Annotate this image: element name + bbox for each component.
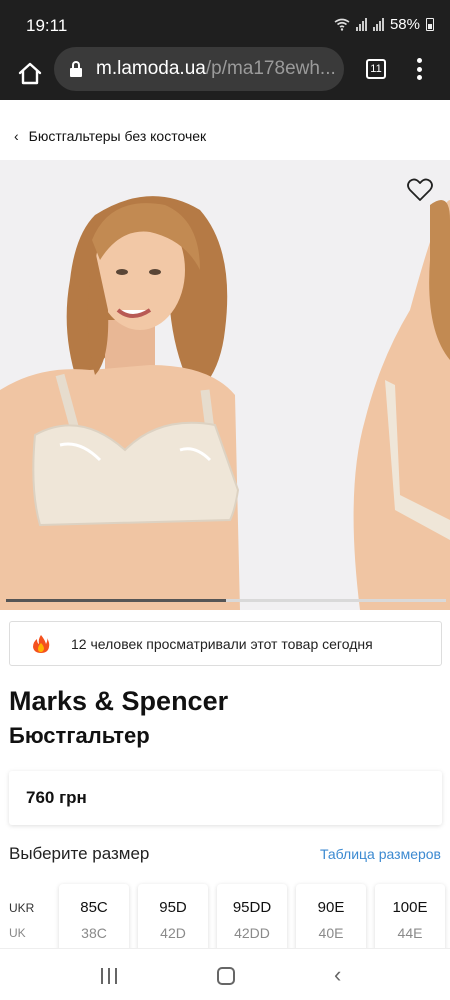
heart-icon[interactable] [406,176,434,204]
size-chart-link[interactable]: Таблица размеров [320,846,441,862]
size-uk: 40E [318,925,344,941]
size-ukr: 90E [317,899,345,916]
lock-icon [70,61,82,77]
breadcrumb[interactable]: ‹ Бюстгальтеры без косточек [14,128,206,144]
viewers-banner: 12 человек просматривали этот товар сего… [9,621,442,666]
signal-icon [355,18,367,31]
home-button-icon[interactable] [217,967,235,985]
back-icon[interactable]: ‹ [334,962,341,988]
viewers-text: 12 человек просматривали этот товар сего… [71,636,373,652]
browser-menu-button[interactable] [412,56,426,82]
recent-apps-icon[interactable] [101,968,117,984]
size-section-title: Выберите размер [9,844,150,863]
browser-toolbar: m.lamoda.ua/p/ma178ewh... 11 [0,47,450,100]
product-name: Бюстгальтер [9,723,150,748]
wifi-icon [334,18,350,31]
status-time: 19:11 [26,16,68,35]
size-option[interactable]: 100E 44E [375,884,445,954]
size-row-label-ukr: UKR [9,901,35,915]
size-uk: 44E [397,925,423,941]
size-uk: 42D [160,925,186,941]
battery-icon [426,18,434,31]
home-icon[interactable] [14,58,46,90]
size-ukr: 95DD [232,899,272,916]
battery-percent: 58% [389,16,420,33]
system-nav-bar: ‹ [0,948,450,1000]
size-uk: 38C [81,925,107,941]
price-box: 760 грн [9,771,442,825]
size-option[interactable]: 95D 42D [138,884,208,954]
size-ukr: 85C [80,899,108,916]
signal-2-icon [372,18,384,31]
gallery-progress-bar [6,599,446,602]
size-uk: 42DD [234,925,270,941]
size-ukr: 100E [392,899,428,916]
url-path: /p/ma178ewh... [205,58,336,79]
status-bar: 19:11 58% [0,0,450,50]
size-row-label-uk: UK [9,926,26,940]
size-option[interactable]: 95DD 42DD [217,884,287,954]
size-option[interactable]: 90E 40E [296,884,366,954]
product-photo [0,160,450,610]
address-bar[interactable]: m.lamoda.ua/p/ma178ewh... [54,47,344,91]
size-option[interactable]: 85C 38C [59,884,129,954]
chevron-left-icon: ‹ [14,128,19,144]
fire-icon [33,635,50,653]
product-brand[interactable]: Marks & Spencer [9,686,228,717]
product-gallery[interactable] [0,160,450,610]
product-price: 760 грн [26,788,87,807]
status-icons: 58% [334,16,434,33]
gallery-progress-fill [6,599,226,602]
breadcrumb-label: Бюстгальтеры без косточек [28,128,207,144]
tab-switcher-button[interactable]: 11 [366,59,386,79]
size-ukr: 95D [159,899,187,916]
url-host: m.lamoda.ua [96,58,206,79]
